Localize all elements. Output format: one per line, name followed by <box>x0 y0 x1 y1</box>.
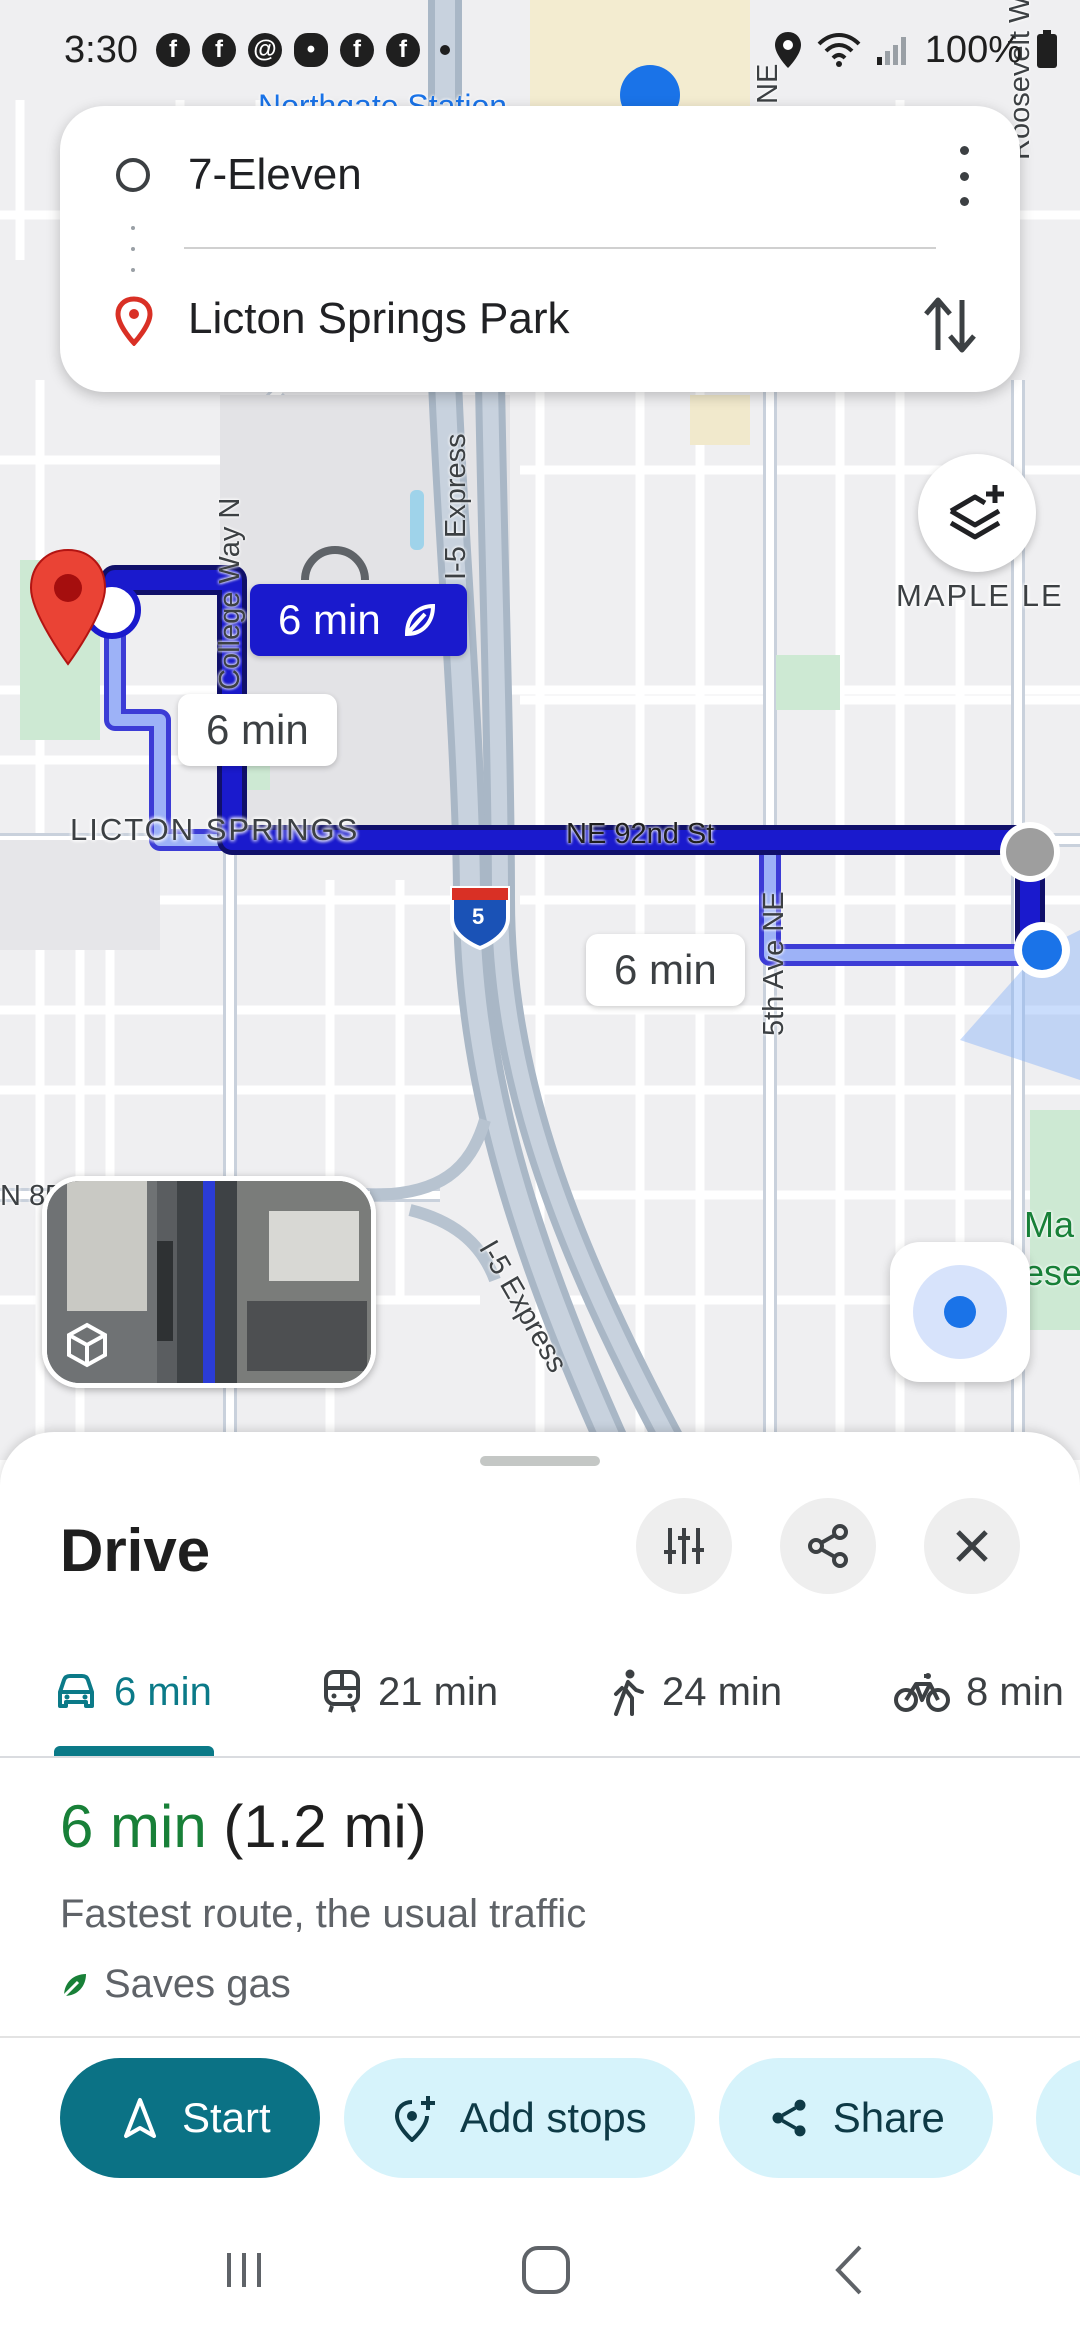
bike-icon <box>894 1673 950 1712</box>
share-route-button[interactable] <box>780 1498 876 1594</box>
i5-express-top-label: I-5 Express <box>440 433 472 580</box>
route-card-divider <box>184 247 936 249</box>
alt-route-time-bubble-2[interactable]: 6 min <box>586 934 745 1006</box>
facebook-icon: f <box>385 33 420 67</box>
tabs-divider <box>0 1756 1080 1758</box>
sheet-title: Drive <box>60 1517 211 1584</box>
park-label-ma: Ma <box>1024 1204 1075 1245</box>
back-icon <box>835 2245 862 2295</box>
fifth-ave-label: 5th Ave NE <box>758 891 790 1036</box>
system-nav-bar <box>0 2200 1080 2340</box>
start-button[interactable]: Start <box>60 2058 320 2178</box>
interstate-shield-label: 5 <box>472 904 485 929</box>
park-label-ese: ese <box>1024 1252 1080 1293</box>
status-bar: 3:30 f f @ • f f 100% <box>0 0 1080 100</box>
add-stop-icon <box>394 2096 435 2142</box>
status-time: 3:30 <box>64 28 138 71</box>
share-icon <box>808 1524 848 1568</box>
destination-pin-icon[interactable] <box>28 548 108 666</box>
car-icon <box>58 1674 94 1708</box>
add-stops-label: Add stops <box>460 2094 647 2141</box>
route-eta: 6 min <box>60 1793 207 1860</box>
route-description: Fastest route, the usual traffic <box>60 1892 587 1936</box>
more-actions-button[interactable] <box>1036 2058 1080 2178</box>
more-options-button[interactable] <box>954 146 974 206</box>
layers-add-icon <box>949 485 1004 540</box>
facebook-icon: f <box>155 33 190 67</box>
3d-cube-icon <box>67 1322 107 1368</box>
tab-bike-label: 8 min <box>966 1669 1064 1714</box>
share-button[interactable]: Share <box>718 2058 993 2178</box>
share-icon <box>772 2099 806 2137</box>
navigation-arrow-icon <box>124 2098 156 2138</box>
close-button[interactable] <box>924 1498 1020 1594</box>
maple-leaf-label: MAPLE LE <box>896 578 1064 613</box>
destination-text: Licton Springs Park <box>188 294 570 343</box>
tab-transit-label: 21 min <box>378 1669 499 1714</box>
back-button[interactable] <box>820 2240 880 2300</box>
layers-button[interactable] <box>918 454 1036 572</box>
alt-route-time-bubble-1[interactable]: 6 min <box>178 694 337 766</box>
add-stops-button[interactable]: Add stops <box>344 2058 695 2178</box>
location-icon <box>774 32 801 68</box>
travel-mode-tabs: 6 min 21 min 24 min 8 min <box>0 1632 1080 1752</box>
destination-field[interactable]: Licton Springs Park <box>60 274 1020 364</box>
threads-icon: @ <box>247 33 282 67</box>
more-notifications-dot <box>439 45 450 55</box>
tab-walk[interactable]: 24 min <box>610 1632 782 1752</box>
active-tab-indicator <box>54 1746 214 1756</box>
swap-icon[interactable] <box>920 290 980 360</box>
sheet-drag-handle[interactable] <box>480 1456 600 1466</box>
route-summary: 6 min (1.2 mi) <box>60 1792 427 1861</box>
route-distance: (1.2 mi) <box>223 1793 427 1860</box>
walk-icon <box>614 1669 644 1716</box>
route-connector-dots <box>131 226 135 272</box>
recent-apps-button[interactable] <box>214 2240 274 2300</box>
eco-leaf-icon <box>404 603 435 637</box>
battery-percent: 100% <box>924 28 1022 71</box>
share-label: Share <box>832 2094 945 2141</box>
home-button[interactable] <box>516 2240 576 2300</box>
my-location-button[interactable] <box>890 1242 1030 1382</box>
signal-icon <box>876 37 906 65</box>
route-options-button[interactable] <box>636 1498 732 1594</box>
primary-route-time-bubble[interactable]: 6 min <box>250 584 467 656</box>
route-search-card: 7-Eleven Licton Springs Park <box>60 106 1020 392</box>
transit-icon <box>324 1670 360 1713</box>
origin-field[interactable]: 7-Eleven <box>60 130 1020 220</box>
college-way-label: College Way N <box>214 497 246 690</box>
tab-walk-label: 24 min <box>662 1669 783 1714</box>
ne-92nd-street-label: NE 92nd St <box>566 818 715 850</box>
facebook-icon: f <box>201 33 236 67</box>
start-label: Start <box>182 2094 271 2141</box>
chat-icon: • <box>293 33 328 67</box>
saves-gas-row: Saves gas <box>60 1962 291 2007</box>
tab-bike[interactable]: 8 min <box>894 1632 1064 1752</box>
street-view-thumbnail[interactable] <box>42 1176 376 1388</box>
recent-apps-icon <box>227 2253 261 2287</box>
eco-leaf-icon <box>62 1973 86 1997</box>
origin-text: 7-Eleven <box>188 150 362 199</box>
action-buttons: Start Add stops Share <box>60 2058 993 2178</box>
primary-route-time: 6 min <box>278 596 381 643</box>
destination-pin-small-icon <box>115 296 153 346</box>
wifi-icon <box>817 33 861 67</box>
facebook-icon: f <box>339 33 374 67</box>
tab-drive[interactable]: 6 min <box>54 1632 212 1752</box>
tab-transit[interactable]: 21 min <box>322 1632 498 1752</box>
battery-icon <box>1037 30 1057 68</box>
home-icon <box>522 2246 570 2294</box>
neighborhood-label: LICTON SPRINGS <box>70 812 360 847</box>
saves-gas-text: Saves gas <box>104 1962 291 2006</box>
origin-circle-icon <box>116 158 150 192</box>
close-icon <box>956 1530 988 1562</box>
alt-route-time-1: 6 min <box>206 706 309 753</box>
tab-drive-label: 6 min <box>114 1669 212 1714</box>
my-location-icon <box>913 1265 1007 1359</box>
tune-icon <box>664 1528 704 1564</box>
alt-route-time-2: 6 min <box>614 946 717 993</box>
summary-divider <box>0 2036 1080 2038</box>
